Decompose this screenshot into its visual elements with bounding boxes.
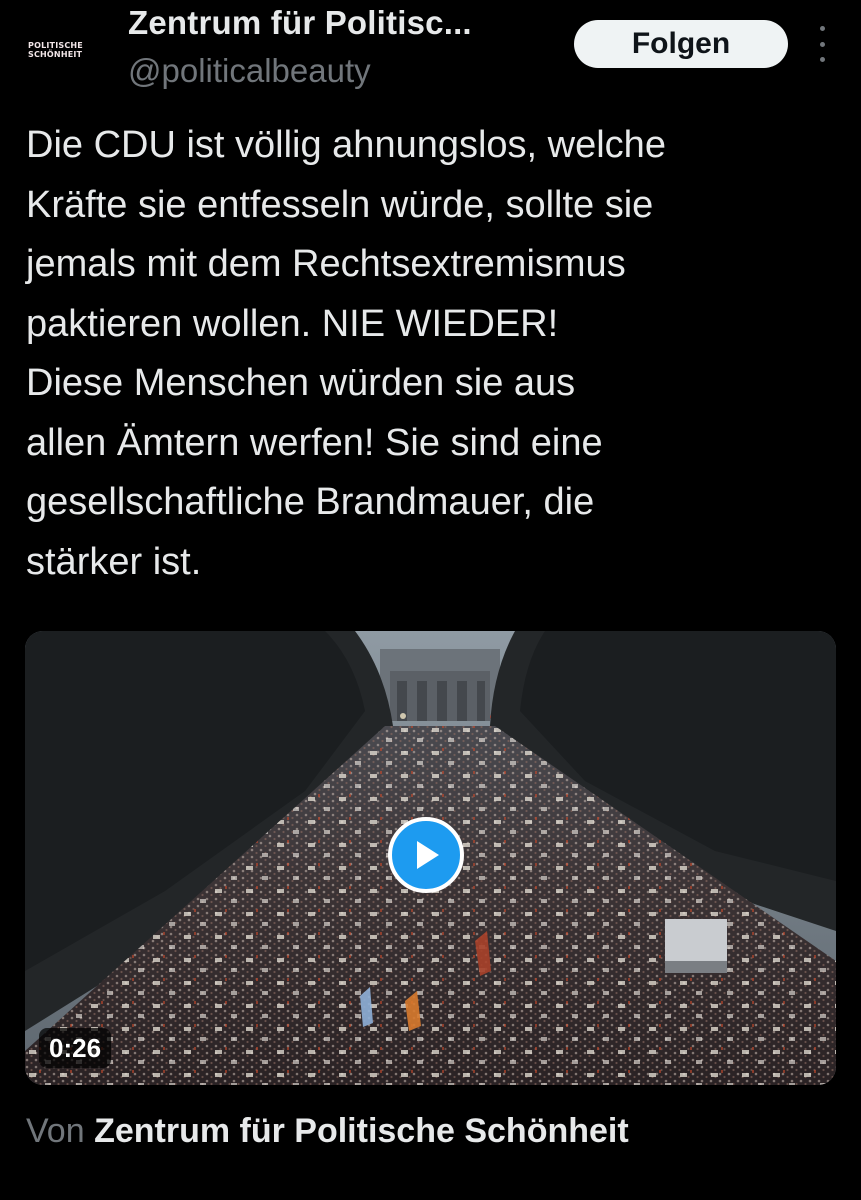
video-source[interactable]: Von Zentrum für Politische Schönheit (26, 1112, 629, 1151)
play-icon (417, 841, 439, 869)
tweet-text: Die CDU ist völlig ahnungslos, welche Kr… (26, 124, 666, 583)
tweet-header: POLITISCHE SCHÖNHEIT Zentrum für Politis… (0, 0, 861, 110)
avatar-logo-line-1: POLITISCHE (28, 41, 83, 50)
account-name[interactable]: Zentrum für Politisc... (128, 4, 472, 42)
video-duration: 0:26 (39, 1028, 112, 1068)
avatar[interactable]: POLITISCHE SCHÖNHEIT (8, 0, 108, 100)
video-player[interactable]: 0:26 (25, 631, 836, 1085)
account-handle[interactable]: @politicalbeauty (128, 52, 371, 90)
more-vertical-icon[interactable] (812, 26, 832, 62)
avatar-logo-line-2: SCHÖNHEIT (28, 50, 83, 59)
source-name[interactable]: Zentrum für Politische Schönheit (94, 1112, 629, 1150)
play-button[interactable] (388, 817, 464, 893)
follow-button[interactable]: Folgen (574, 20, 788, 68)
source-prefix: Von (26, 1112, 85, 1150)
